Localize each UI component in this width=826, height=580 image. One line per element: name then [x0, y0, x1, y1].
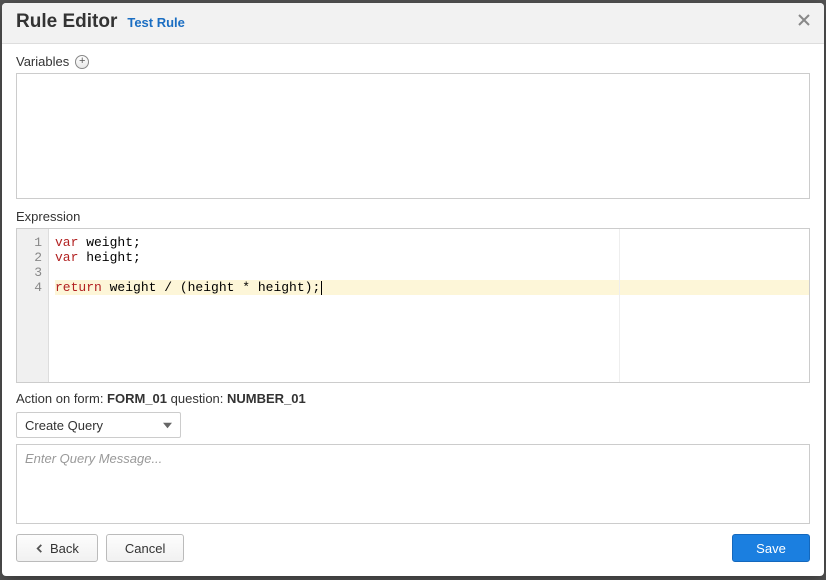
code-line-active: return weight / (height * height);: [55, 280, 809, 295]
code-line: var height;: [55, 250, 809, 265]
code-keyword: return: [55, 280, 102, 295]
cancel-button-label: Cancel: [125, 541, 165, 556]
line-number: 3: [17, 265, 42, 280]
query-message-input[interactable]: Enter Query Message...: [16, 444, 810, 524]
modal-footer: Back Cancel Save: [2, 524, 824, 576]
add-variable-button[interactable]: +: [75, 55, 89, 69]
expression-label: Expression: [16, 209, 80, 224]
close-icon: [798, 13, 810, 30]
line-number: 1: [17, 235, 42, 250]
chevron-down-icon: [163, 418, 172, 433]
rule-editor-modal: Rule Editor Test Rule Variables + Expres…: [2, 3, 824, 576]
action-form: FORM_01: [107, 391, 167, 406]
code-line: var weight;: [55, 235, 809, 250]
chevron-left-icon: [35, 541, 50, 556]
action-prefix: Action on form:: [16, 391, 107, 406]
action-question: NUMBER_01: [227, 391, 306, 406]
cancel-button[interactable]: Cancel: [106, 534, 184, 562]
code-keyword: var: [55, 235, 78, 250]
action-select[interactable]: Create Query: [16, 412, 181, 438]
line-number: 4: [17, 280, 42, 295]
modal-body: Variables + Expression 1 2 3 4 var weigh…: [2, 44, 824, 524]
select-value: Create Query: [25, 418, 103, 433]
code-keyword: var: [55, 250, 78, 265]
test-rule-link[interactable]: Test Rule: [127, 15, 185, 30]
action-label: Action on form: FORM_01 question: NUMBER…: [16, 391, 810, 406]
action-middle: question:: [167, 391, 227, 406]
code-line: [55, 265, 809, 280]
variables-label: Variables: [16, 54, 69, 69]
code-text: weight;: [78, 235, 140, 250]
line-number: 2: [17, 250, 42, 265]
save-button[interactable]: Save: [732, 534, 810, 562]
modal-header: Rule Editor Test Rule: [2, 3, 824, 44]
action-select-wrap: Create Query: [16, 412, 181, 438]
variables-input[interactable]: [16, 73, 810, 199]
back-button-label: Back: [50, 541, 79, 556]
close-button[interactable]: [798, 13, 810, 31]
code-area[interactable]: var weight; var height; return weight / …: [49, 229, 809, 382]
code-text: weight / (height * height);: [102, 280, 320, 295]
variables-label-row: Variables +: [16, 54, 810, 69]
query-message-placeholder: Enter Query Message...: [25, 451, 162, 466]
back-button[interactable]: Back: [16, 534, 98, 562]
expression-label-row: Expression: [16, 209, 810, 224]
text-cursor: [321, 281, 322, 295]
plus-icon: +: [79, 56, 85, 67]
modal-title: Rule Editor: [16, 11, 117, 33]
expression-editor[interactable]: 1 2 3 4 var weight; var height; return w…: [16, 228, 810, 383]
line-number-gutter: 1 2 3 4: [17, 229, 49, 382]
save-button-label: Save: [756, 541, 786, 556]
code-text: height;: [78, 250, 140, 265]
editor-ruler: [619, 229, 620, 382]
